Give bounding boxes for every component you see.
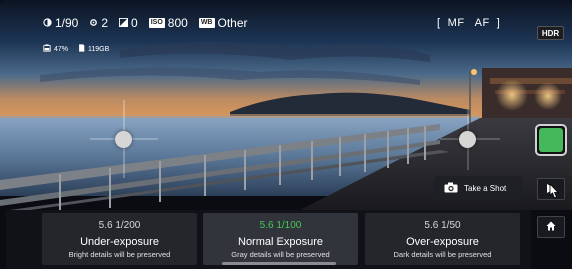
exposure-option-normal[interactable]: 5.6 1/100 Normal Exposure Gray details w…	[203, 213, 358, 265]
ev-value: 2	[101, 16, 109, 30]
shutter-speed-value: 1/90	[55, 16, 79, 30]
iso-indicator[interactable]: ISO 800	[148, 16, 188, 30]
exposure-option-subtitle: Bright details will be preserved	[68, 250, 171, 259]
home-icon	[546, 218, 556, 236]
sd-card-icon	[78, 44, 85, 54]
focus-mode-selector[interactable]: [ MF AF ]	[437, 17, 500, 29]
battery-level: 47%	[54, 45, 69, 53]
exposure-option-title: Normal Exposure	[238, 236, 323, 248]
mouse-cursor-icon	[548, 182, 560, 204]
options-scrollbar[interactable]	[222, 262, 336, 265]
wb-value: Other	[217, 16, 248, 30]
battery-icon	[43, 44, 51, 54]
flash-indicator[interactable]: 0	[119, 16, 138, 30]
white-balance-indicator[interactable]: WB Other	[198, 16, 248, 30]
flash-value: 0	[131, 16, 138, 30]
iso-value: 800	[167, 16, 188, 30]
shutter-button[interactable]	[535, 124, 567, 156]
camera-screen: 1/90 2 0 ISO 800 WB Other 47% 119GB [MF…	[0, 0, 572, 269]
take-shot-label: Take a Shot	[464, 183, 507, 193]
exposure-option-under[interactable]: 5.6 1/200 Under-exposure Bright details …	[42, 213, 197, 265]
shutter-speed-indicator[interactable]: 1/90	[43, 16, 78, 30]
ev-indicator[interactable]: 2	[89, 16, 108, 30]
hdr-button[interactable]: HDR	[537, 26, 564, 40]
exposure-option-subtitle: Dark details will be preserved	[393, 250, 492, 259]
device-status-bar: 47% 119GB	[43, 44, 109, 54]
shutter-button-fill	[539, 128, 563, 152]
exposure-option-value: 5.6 1/50	[424, 220, 461, 231]
exposure-option-title: Over-exposure	[406, 236, 479, 248]
storage-remaining: 119GB	[88, 45, 110, 53]
wb-badge: WB	[198, 18, 215, 28]
exposure-compensation-icon	[119, 16, 129, 30]
ev-gear-icon	[89, 16, 98, 30]
camera-icon	[444, 182, 458, 195]
right-focus-slider-knob[interactable]	[459, 131, 476, 148]
storage-status: 119GB	[78, 44, 109, 54]
home-button[interactable]	[537, 216, 565, 238]
aperture-icon	[43, 16, 52, 30]
iso-badge: ISO	[148, 18, 165, 28]
battery-status: 47%	[43, 44, 68, 54]
camera-settings-bar: 1/90 2 0 ISO 800 WB Other	[43, 16, 248, 30]
exposure-option-over[interactable]: 5.6 1/50 Over-exposure Dark details will…	[365, 213, 520, 265]
exposure-option-title: Under-exposure	[80, 236, 159, 248]
take-shot-button[interactable]: Take a Shot	[434, 176, 522, 200]
left-exposure-slider-knob[interactable]	[115, 131, 132, 148]
exposure-option-subtitle: Gray details will be preserved	[231, 250, 330, 259]
exposure-option-value: 5.6 1/200	[98, 220, 141, 231]
exposure-option-value: 5.6 1/100	[259, 220, 302, 231]
